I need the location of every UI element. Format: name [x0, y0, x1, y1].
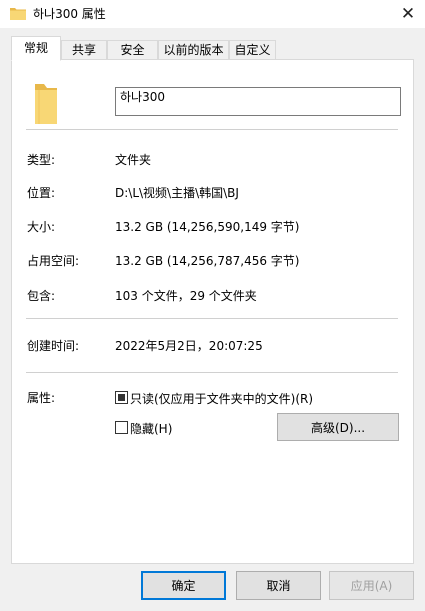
hidden-checkbox-label[interactable]: 隐藏(H): [130, 420, 172, 437]
attributes-label: 属性:: [27, 391, 56, 405]
type-label: 类型:: [27, 153, 56, 167]
folder-icon: [35, 84, 57, 124]
hidden-checkbox[interactable]: [115, 421, 128, 434]
created-value: 2022年5月2日，20:07:25: [115, 339, 263, 353]
folder-icon: [10, 8, 26, 20]
contains-value: 103 个文件，29 个文件夹: [115, 289, 257, 303]
contains-label: 包含:: [27, 289, 56, 303]
type-value: 文件夹: [115, 153, 152, 167]
tab-sharing[interactable]: 共享: [61, 40, 107, 60]
divider: [26, 129, 398, 130]
ok-button[interactable]: 确定: [141, 571, 226, 600]
apply-button[interactable]: 应用(A): [329, 571, 414, 600]
tab-customize[interactable]: 自定义: [229, 40, 276, 60]
window-title: 하나300 属性: [33, 7, 106, 21]
tab-security[interactable]: 安全: [107, 40, 158, 60]
location-label: 位置:: [27, 186, 56, 200]
advanced-button[interactable]: 高级(D)...: [277, 413, 399, 441]
divider: [26, 318, 398, 319]
folder-name-input[interactable]: [115, 87, 401, 116]
size-label: 大小:: [27, 220, 56, 234]
tab-bar: 常规 共享 安全 以前的版本 自定义: [0, 36, 425, 61]
created-label: 创建时间:: [27, 339, 80, 353]
cancel-button[interactable]: 取消: [236, 571, 321, 600]
readonly-checkbox[interactable]: [115, 391, 128, 404]
title-bar: 하나300 属性 ✕: [0, 0, 425, 28]
tab-previous-versions[interactable]: 以前的版本: [158, 40, 229, 60]
size-value: 13.2 GB (14,256,590,149 字节): [115, 220, 300, 234]
tab-general[interactable]: 常规: [11, 36, 61, 61]
divider: [26, 372, 398, 373]
close-icon[interactable]: ✕: [396, 3, 420, 25]
location-value: D:\L\视频\主播\韩国\BJ: [115, 186, 239, 200]
general-panel: 类型: 文件夹 位置: D:\L\视频\主播\韩国\BJ 大小: 13.2 GB…: [11, 59, 414, 564]
size-on-disk-value: 13.2 GB (14,256,787,456 字节): [115, 254, 300, 268]
size-on-disk-label: 占用空间:: [27, 254, 80, 268]
readonly-checkbox-label[interactable]: 只读(仅应用于文件夹中的文件)(R): [130, 390, 313, 407]
